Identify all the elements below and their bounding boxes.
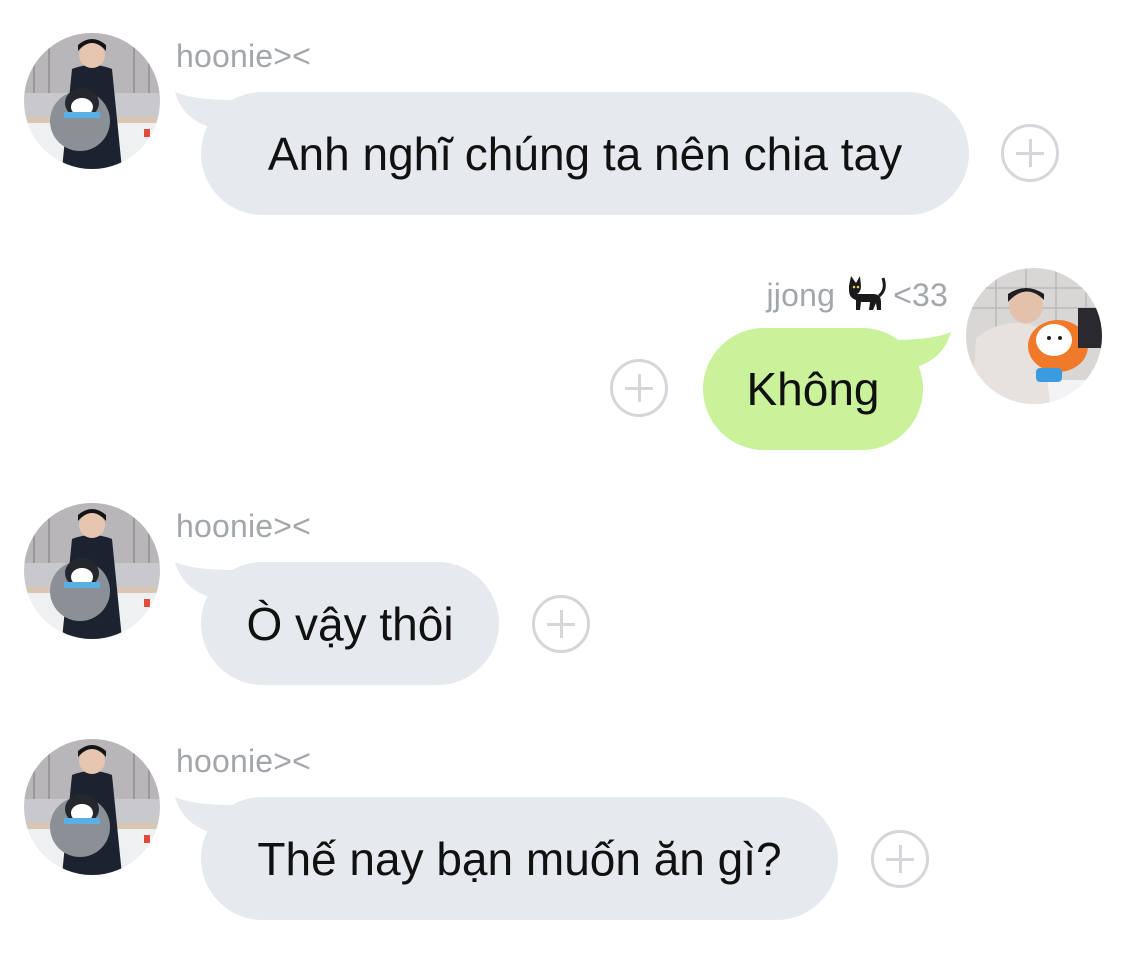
message-bubble-incoming[interactable]: Thế nay bạn muốn ăn gì? (175, 797, 838, 920)
message-text: Thế nay bạn muốn ăn gì? (201, 797, 838, 920)
add-reaction-icon[interactable] (1001, 124, 1059, 182)
sender-name: hoonie>< (176, 508, 312, 544)
avatar-hoonie[interactable] (24, 503, 160, 639)
add-reaction-icon[interactable] (871, 830, 929, 888)
black-cat-icon (849, 276, 886, 310)
sender-suffix: <33 (893, 277, 948, 313)
message-text: Không (703, 328, 923, 450)
message-text: Ò vậy thôi (201, 562, 499, 685)
avatar-hoonie[interactable] (24, 739, 160, 875)
sender-name-row: jjong <33 (767, 272, 949, 314)
avatar-hoonie[interactable] (24, 33, 160, 169)
sender-name: hoonie>< (176, 743, 312, 779)
chat-thread: hoonie>< Anh nghĩ chúng ta nên chia tay … (0, 0, 1125, 976)
add-reaction-icon[interactable] (610, 359, 668, 417)
message-text: Anh nghĩ chúng ta nên chia tay (201, 92, 969, 215)
sender-name: hoonie>< (176, 38, 312, 74)
message-bubble-outgoing[interactable]: Không (703, 328, 951, 450)
message-bubble-incoming[interactable]: Ò vậy thôi (175, 562, 499, 685)
avatar-jjong[interactable] (966, 268, 1102, 404)
add-reaction-icon[interactable] (532, 595, 590, 653)
message-bubble-incoming[interactable]: Anh nghĩ chúng ta nên chia tay (175, 92, 969, 215)
sender-name: jjong (766, 277, 836, 313)
